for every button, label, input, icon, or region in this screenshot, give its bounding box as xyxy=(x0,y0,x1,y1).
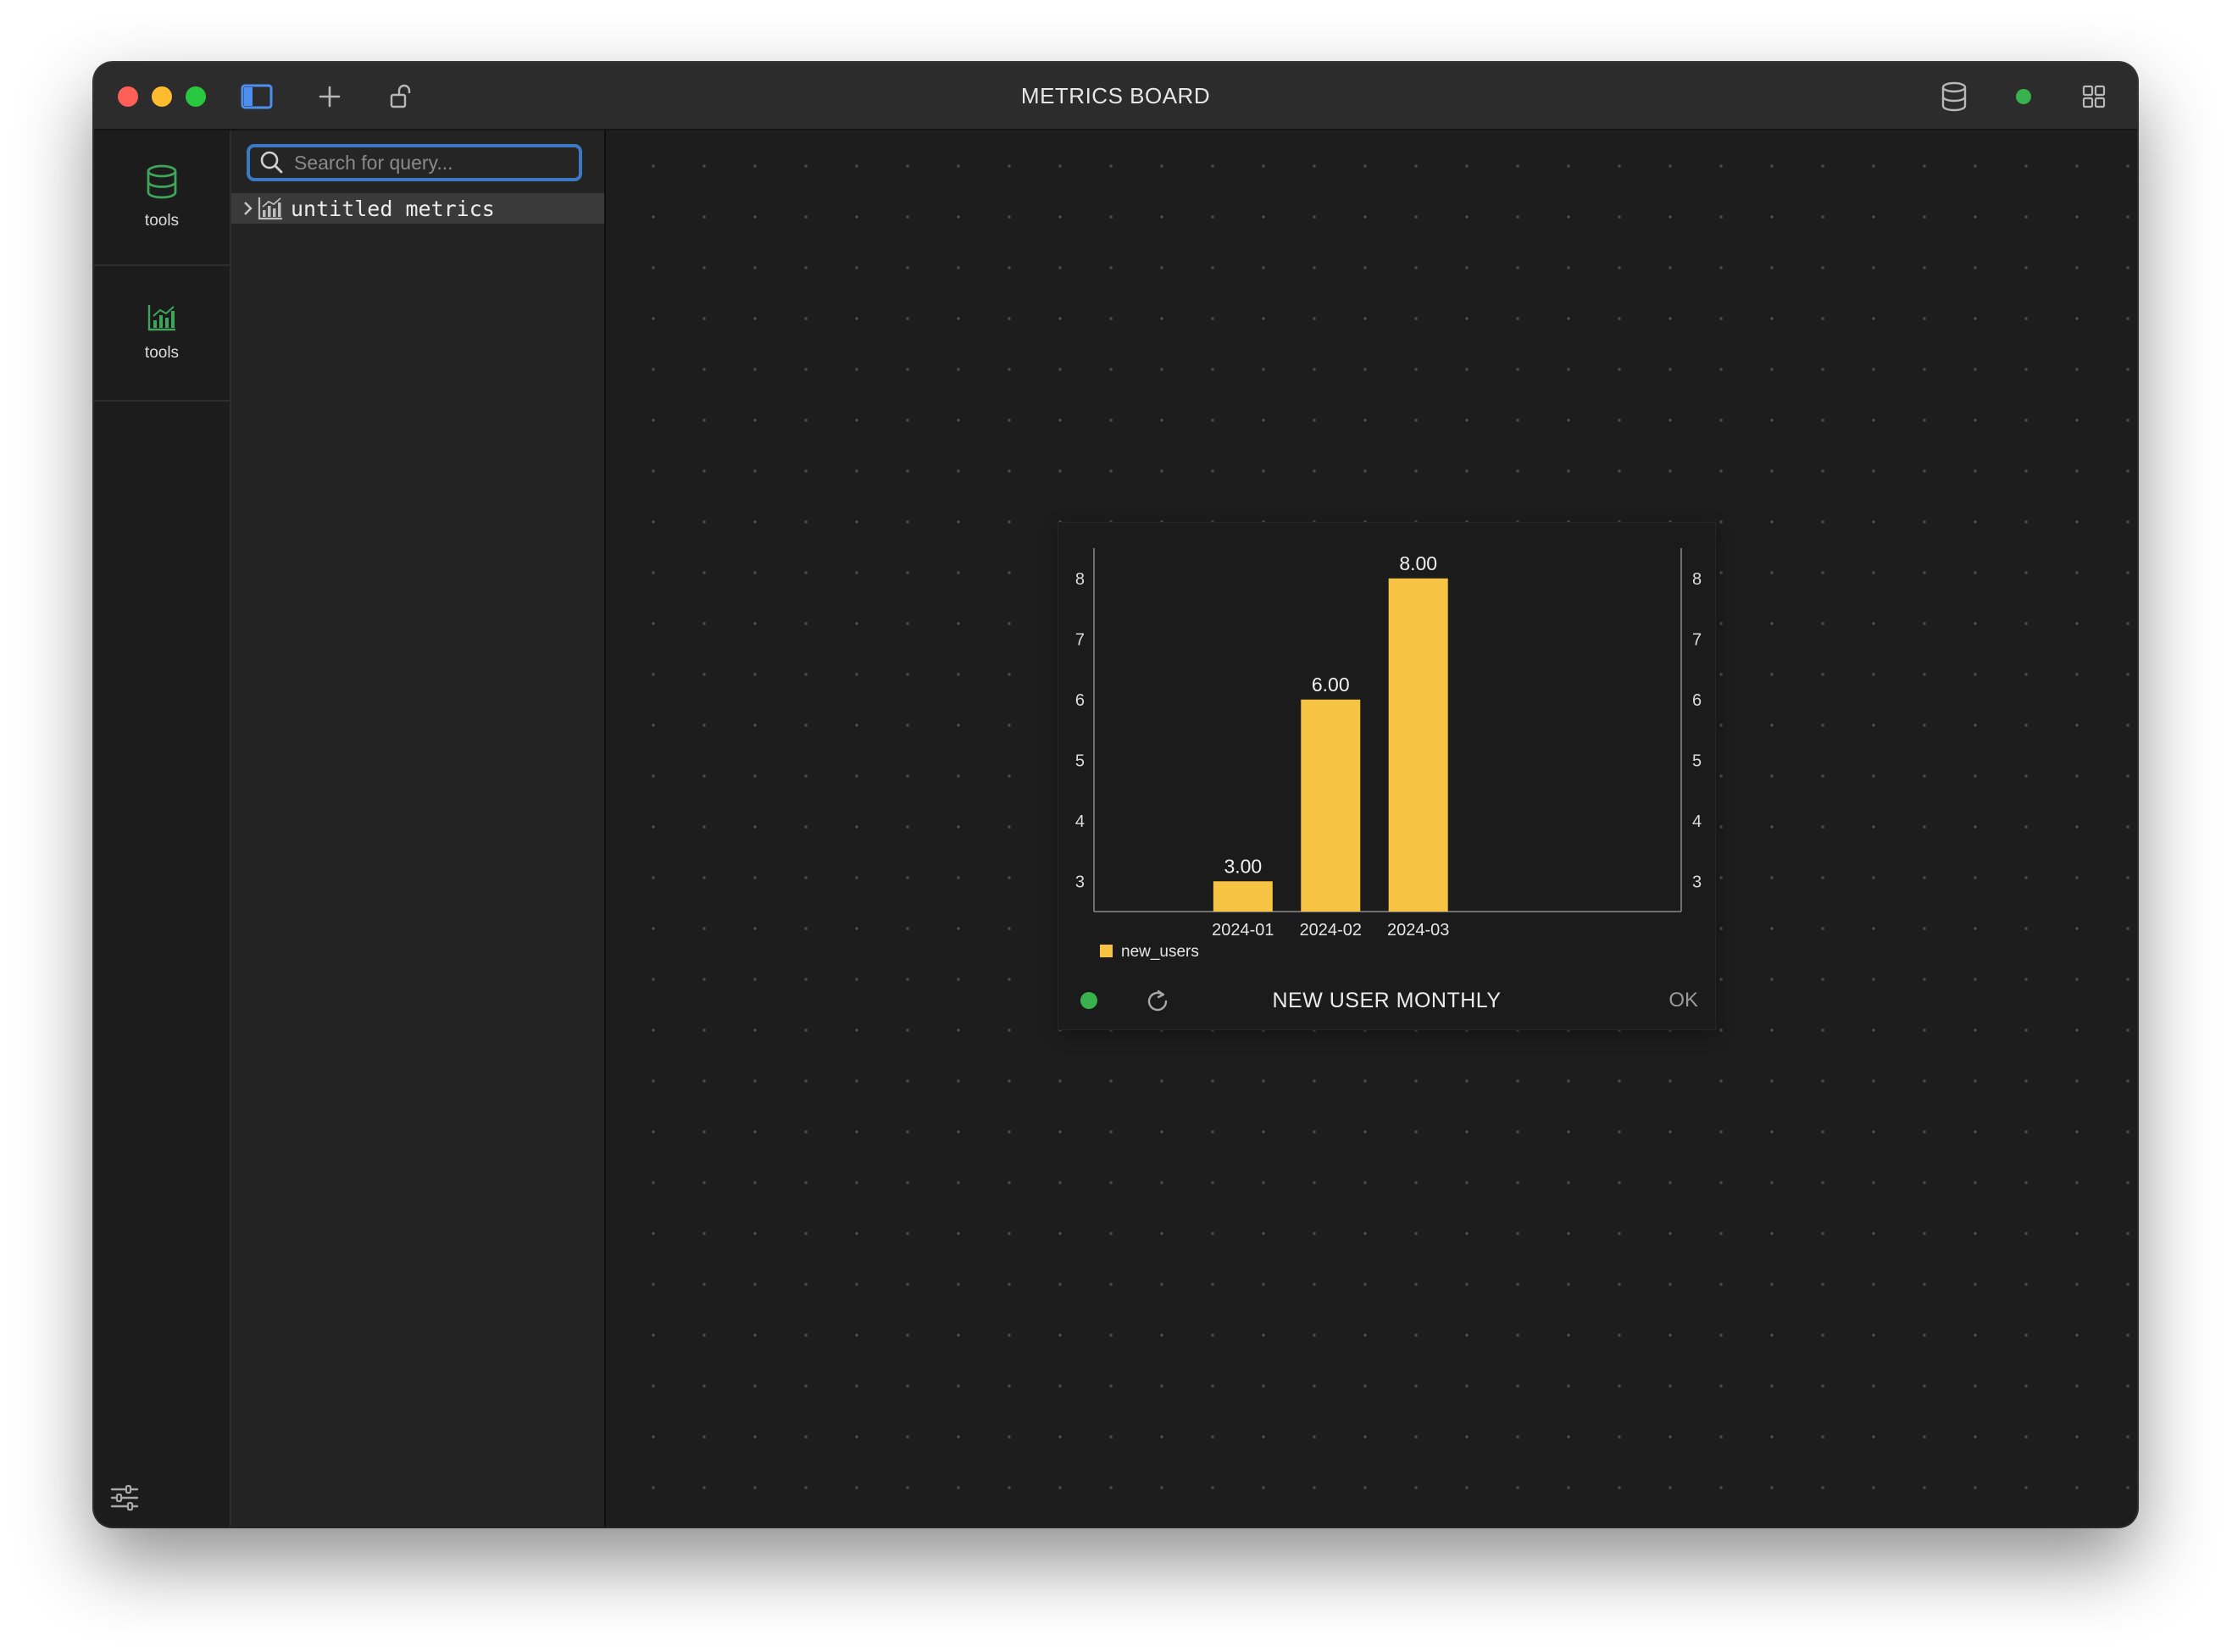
y-tick-label-right: 3 xyxy=(1692,873,1702,891)
settings-button[interactable] xyxy=(109,1483,140,1513)
rail-item-chart-tools[interactable]: tools xyxy=(94,266,230,402)
connection-status xyxy=(2007,80,2040,114)
bar xyxy=(1301,699,1361,912)
layout-grid-button[interactable] xyxy=(2077,80,2111,114)
activity-rail: tools tools xyxy=(94,130,231,1527)
add-button[interactable] xyxy=(313,80,347,114)
zoom-window-button[interactable] xyxy=(186,86,206,107)
y-tick-label-left: 6 xyxy=(1075,691,1085,710)
grid-icon xyxy=(2082,85,2106,108)
data-label: 8.00 xyxy=(1399,552,1437,574)
app-window: METRICS BOARD tools tools Search for que… xyxy=(94,63,2137,1527)
tree-item-label: untitled metrics xyxy=(291,196,495,221)
bar-chart: 3 3 4 4 5 5 6 6 7 7 8 8 3.00 2024-01 6.00 2024-02 8.00 20… xyxy=(1075,548,1702,961)
tree-item-untitled-metrics[interactable]: untitled metrics xyxy=(231,193,604,224)
sidebar-toggle-button[interactable] xyxy=(240,80,274,114)
y-tick-label-left: 4 xyxy=(1075,812,1085,831)
y-tick-label-right: 5 xyxy=(1692,751,1702,770)
y-tick-label-left: 3 xyxy=(1075,873,1085,891)
minimize-window-button[interactable] xyxy=(152,86,172,107)
chevron-right-icon[interactable] xyxy=(240,199,257,218)
rail-item-label: tools xyxy=(144,212,180,230)
database-button[interactable] xyxy=(1937,80,1971,114)
sidebar-toggle-icon xyxy=(241,84,273,109)
data-label: 3.00 xyxy=(1224,855,1262,877)
search-input[interactable] xyxy=(287,147,579,178)
card-footer: NEW USER MONTHLY OK xyxy=(1058,972,1715,1029)
bar xyxy=(1388,578,1448,912)
search-icon xyxy=(260,151,283,174)
card-title: NEW USER MONTHLY xyxy=(1272,989,1502,1012)
y-tick-label-right: 8 xyxy=(1692,570,1702,589)
sliders-icon xyxy=(110,1484,139,1511)
title-bar: METRICS BOARD xyxy=(94,63,2137,130)
chart-card[interactable]: 3 3 4 4 5 5 6 6 7 7 8 8 3.00 2024-01 6.00 2024-02 8.00 20… xyxy=(1058,523,1715,1029)
y-tick-label-left: 8 xyxy=(1075,570,1085,589)
bar xyxy=(1213,881,1273,912)
legend-label: new_users xyxy=(1121,943,1199,961)
y-tick-label-left: 7 xyxy=(1075,630,1085,649)
lock-toggle-button[interactable] xyxy=(384,80,418,114)
data-label: 6.00 xyxy=(1312,674,1350,696)
unlock-icon xyxy=(390,84,411,108)
close-window-button[interactable] xyxy=(118,86,138,107)
database-icon xyxy=(1941,81,1967,112)
bar-chart-icon xyxy=(147,305,175,331)
rail-item-label: tools xyxy=(144,344,180,362)
x-tick-label: 2024-02 xyxy=(1300,921,1362,940)
search-box xyxy=(247,144,582,181)
y-tick-label-left: 5 xyxy=(1075,751,1085,770)
rail-item-database-tools[interactable]: tools xyxy=(94,130,230,266)
status-dot-icon xyxy=(2016,89,2031,104)
x-tick-label: 2024-01 xyxy=(1212,921,1274,940)
legend-swatch xyxy=(1100,945,1113,957)
chart-icon xyxy=(258,197,282,220)
query-sidebar: untitled metrics xyxy=(231,130,606,1527)
x-tick-label: 2024-03 xyxy=(1387,921,1449,940)
plus-icon xyxy=(319,86,341,108)
y-tick-label-right: 4 xyxy=(1692,812,1702,831)
y-tick-label-right: 6 xyxy=(1692,691,1702,710)
ok-button[interactable]: OK xyxy=(1668,972,1698,1029)
y-tick-label-right: 7 xyxy=(1692,630,1702,649)
database-icon xyxy=(147,164,177,199)
